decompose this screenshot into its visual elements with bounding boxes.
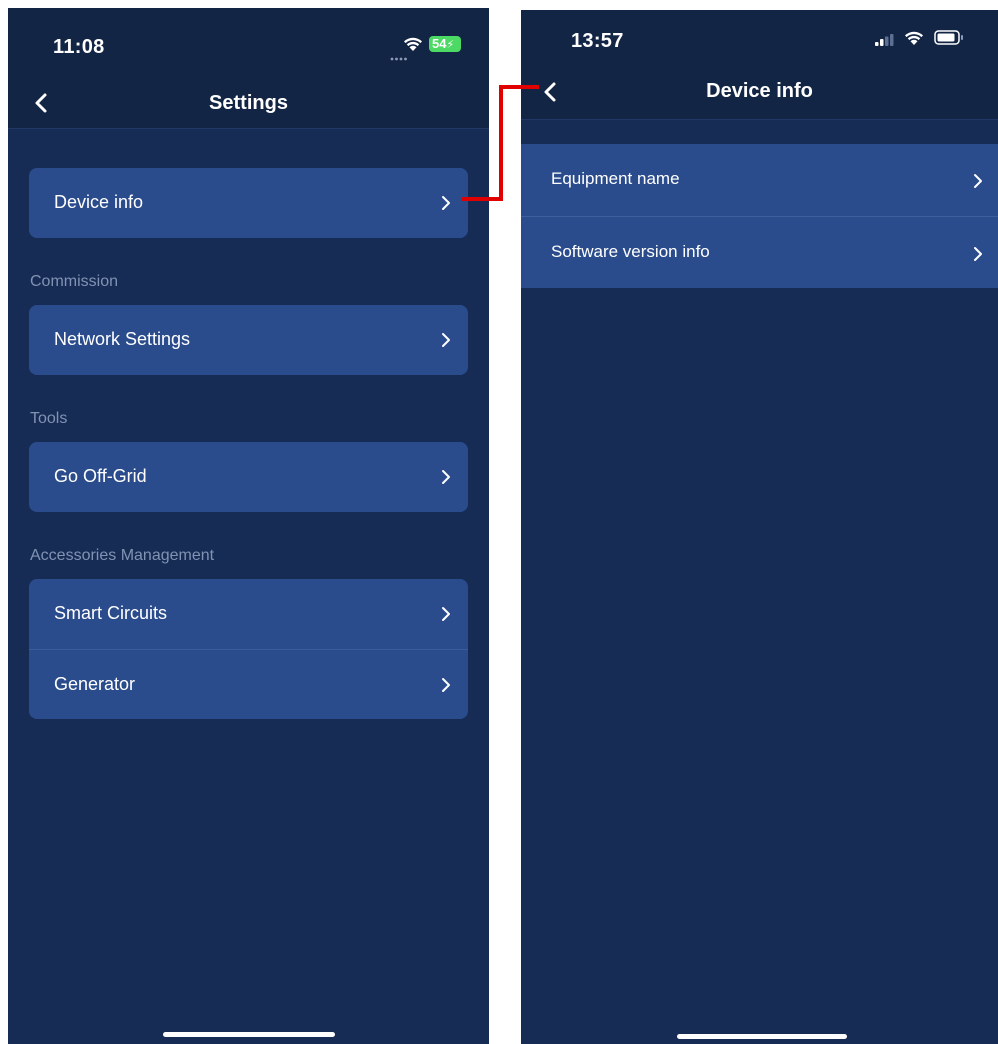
page-title: Settings — [209, 92, 288, 114]
row-software-version-info[interactable]: Software version info — [521, 216, 998, 288]
row-generator[interactable]: Generator — [29, 649, 468, 719]
chevron-right-icon — [440, 468, 452, 486]
row-go-off-grid[interactable]: Go Off-Grid — [29, 442, 468, 512]
tools-card: Go Off-Grid — [29, 442, 468, 512]
page-title: Device info — [706, 80, 813, 102]
status-time: 11:08 — [53, 36, 105, 58]
row-device-info[interactable]: Device info — [29, 168, 468, 238]
section-label-commission: Commission — [30, 273, 119, 290]
connector-line-horizontal-lower — [462, 197, 502, 201]
row-label: Generator — [54, 674, 136, 694]
status-bar: 11:08 54⚡ — [8, 8, 489, 76]
row-label: Software version info — [551, 242, 710, 261]
chevron-right-icon — [972, 172, 984, 190]
chevron-right-icon — [440, 605, 452, 623]
commission-card: Network Settings — [29, 305, 468, 375]
row-smart-circuits[interactable]: Smart Circuits — [29, 579, 468, 649]
status-time: 13:57 — [571, 30, 624, 52]
chevron-right-icon — [440, 676, 452, 694]
chevron-right-icon — [440, 331, 452, 349]
row-label: Smart Circuits — [54, 603, 168, 623]
battery-charging-icon: 54⚡ — [429, 36, 461, 52]
wifi-icon — [903, 30, 925, 46]
row-label: Go Off-Grid — [54, 466, 147, 486]
home-indicator[interactable] — [163, 1032, 335, 1037]
connector-line-horizontal-upper — [499, 85, 539, 89]
row-network-settings[interactable]: Network Settings — [29, 305, 468, 375]
section-label-accessories: Accessories Management — [30, 547, 215, 564]
device-info-screen: 13:57 Device info Equipment name Softwar… — [521, 10, 998, 1044]
device-info-card: Device info — [29, 168, 468, 238]
accessories-card: Smart Circuits Generator — [29, 579, 468, 719]
row-label: Equipment name — [551, 169, 680, 188]
battery-level: 54 — [432, 36, 447, 51]
nav-bar: Device info — [521, 66, 998, 120]
chevron-right-icon — [440, 194, 452, 212]
device-info-list: Equipment name Software version info — [521, 144, 998, 288]
battery-icon — [934, 30, 964, 45]
home-indicator[interactable] — [677, 1034, 847, 1039]
status-bar: 13:57 — [521, 10, 998, 66]
row-label: Network Settings — [54, 329, 191, 349]
nav-bar: Settings — [8, 76, 489, 129]
settings-screen: 11:08 54⚡ Settings Device info Commissio… — [8, 8, 489, 1044]
row-label: Device info — [54, 192, 144, 212]
row-equipment-name[interactable]: Equipment name — [521, 144, 998, 216]
chevron-right-icon — [972, 245, 984, 263]
section-label-tools: Tools — [30, 410, 68, 427]
cellular-signal-icon — [875, 33, 897, 46]
wifi-icon — [402, 36, 424, 52]
connector-line-vertical — [499, 85, 503, 201]
